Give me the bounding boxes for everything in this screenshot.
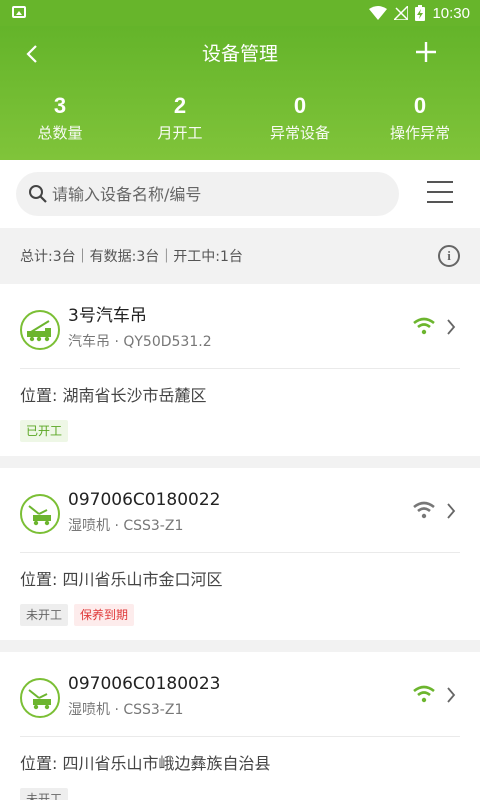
status-tags: 已开工	[20, 420, 69, 442]
search-box[interactable]	[16, 172, 399, 216]
no-signal-icon	[394, 6, 409, 20]
status-time: 10:30	[432, 4, 470, 22]
search-icon	[29, 185, 47, 203]
stat-value: 3	[53, 93, 67, 118]
wifi-status-icon	[369, 6, 388, 20]
status-badge-maintenance-due: 保养到期	[74, 604, 135, 626]
gallery-notification-icon	[12, 6, 26, 18]
signal-offline-icon	[413, 501, 435, 519]
stat-label: 操作异常	[389, 124, 450, 142]
divider	[20, 736, 460, 737]
signal-online-icon	[413, 685, 435, 703]
shotcrete-machine-icon	[20, 494, 60, 534]
stat-abnormal-devices[interactable]: 0 异常设备	[240, 90, 360, 150]
divider	[20, 368, 460, 369]
device-model: 湿喷机 · CSS3-Z1	[68, 702, 184, 718]
chevron-right-icon	[447, 319, 456, 335]
stat-label: 总数量	[37, 124, 83, 142]
stat-label: 异常设备	[269, 124, 330, 142]
device-model: 湿喷机 · CSS3-Z1	[68, 518, 184, 534]
summary-bar: 总计:3台｜有数据:3台｜开工中:1台 i	[0, 230, 480, 284]
device-card[interactable]: 097006C0180023 湿喷机 · CSS3-Z1 位置: 四川省乐山市峨…	[0, 652, 480, 800]
device-name: 097006C0180022	[68, 490, 221, 510]
plus-icon	[416, 42, 436, 62]
menu-line	[427, 201, 453, 203]
crane-truck-icon	[20, 310, 60, 350]
status-tags: 未开工	[20, 788, 69, 800]
device-model: 汽车吊 · QY50D531.2	[68, 334, 212, 350]
stats-row: 3 总数量 2 月开工 0 异常设备 0 操作异常	[0, 90, 480, 150]
signal-online-icon	[413, 317, 435, 335]
summary-text: 总计:3台｜有数据:3台｜开工中:1台	[20, 249, 243, 265]
chevron-right-icon	[447, 503, 456, 519]
menu-line	[427, 181, 453, 183]
search-bar	[0, 160, 480, 228]
status-tags: 未开工 保养到期	[20, 604, 135, 626]
battery-charging-icon	[415, 5, 426, 21]
info-icon[interactable]: i	[438, 245, 460, 267]
status-badge-working: 已开工	[20, 420, 69, 442]
shotcrete-machine-icon	[20, 678, 60, 718]
filter-menu-button[interactable]	[427, 181, 453, 203]
divider	[20, 552, 460, 553]
stat-operation-abnormal[interactable]: 0 操作异常	[360, 90, 480, 150]
stat-label: 月开工	[157, 124, 203, 142]
stat-monthly-working[interactable]: 2 月开工	[120, 90, 240, 150]
device-location: 位置: 四川省乐山市金口河区	[20, 570, 223, 589]
add-device-button[interactable]	[414, 40, 442, 68]
search-input[interactable]	[52, 172, 382, 216]
stat-total[interactable]: 3 总数量	[0, 90, 120, 150]
status-bar: 10:30	[0, 0, 480, 26]
device-card[interactable]: 3号汽车吊 汽车吊 · QY50D531.2 位置: 湖南省长沙市岳麓区 已开工	[0, 284, 480, 456]
page-title: 设备管理	[201, 43, 278, 65]
status-badge-idle: 未开工	[20, 788, 69, 800]
chevron-right-icon	[447, 687, 456, 703]
stat-value: 0	[293, 93, 307, 118]
device-name: 3号汽车吊	[68, 306, 147, 326]
status-badge-idle: 未开工	[20, 604, 69, 626]
app-header: 设备管理 3 总数量 2 月开工 0 异常设备 0 操作异常	[0, 26, 480, 160]
device-location: 位置: 四川省乐山市峨边彝族自治县	[20, 754, 271, 773]
device-location: 位置: 湖南省长沙市岳麓区	[20, 386, 207, 405]
stat-value: 2	[173, 93, 187, 118]
device-card[interactable]: 097006C0180022 湿喷机 · CSS3-Z1 位置: 四川省乐山市金…	[0, 468, 480, 640]
device-name: 097006C0180023	[68, 674, 221, 694]
menu-line	[427, 191, 453, 193]
stat-value: 0	[413, 93, 427, 118]
